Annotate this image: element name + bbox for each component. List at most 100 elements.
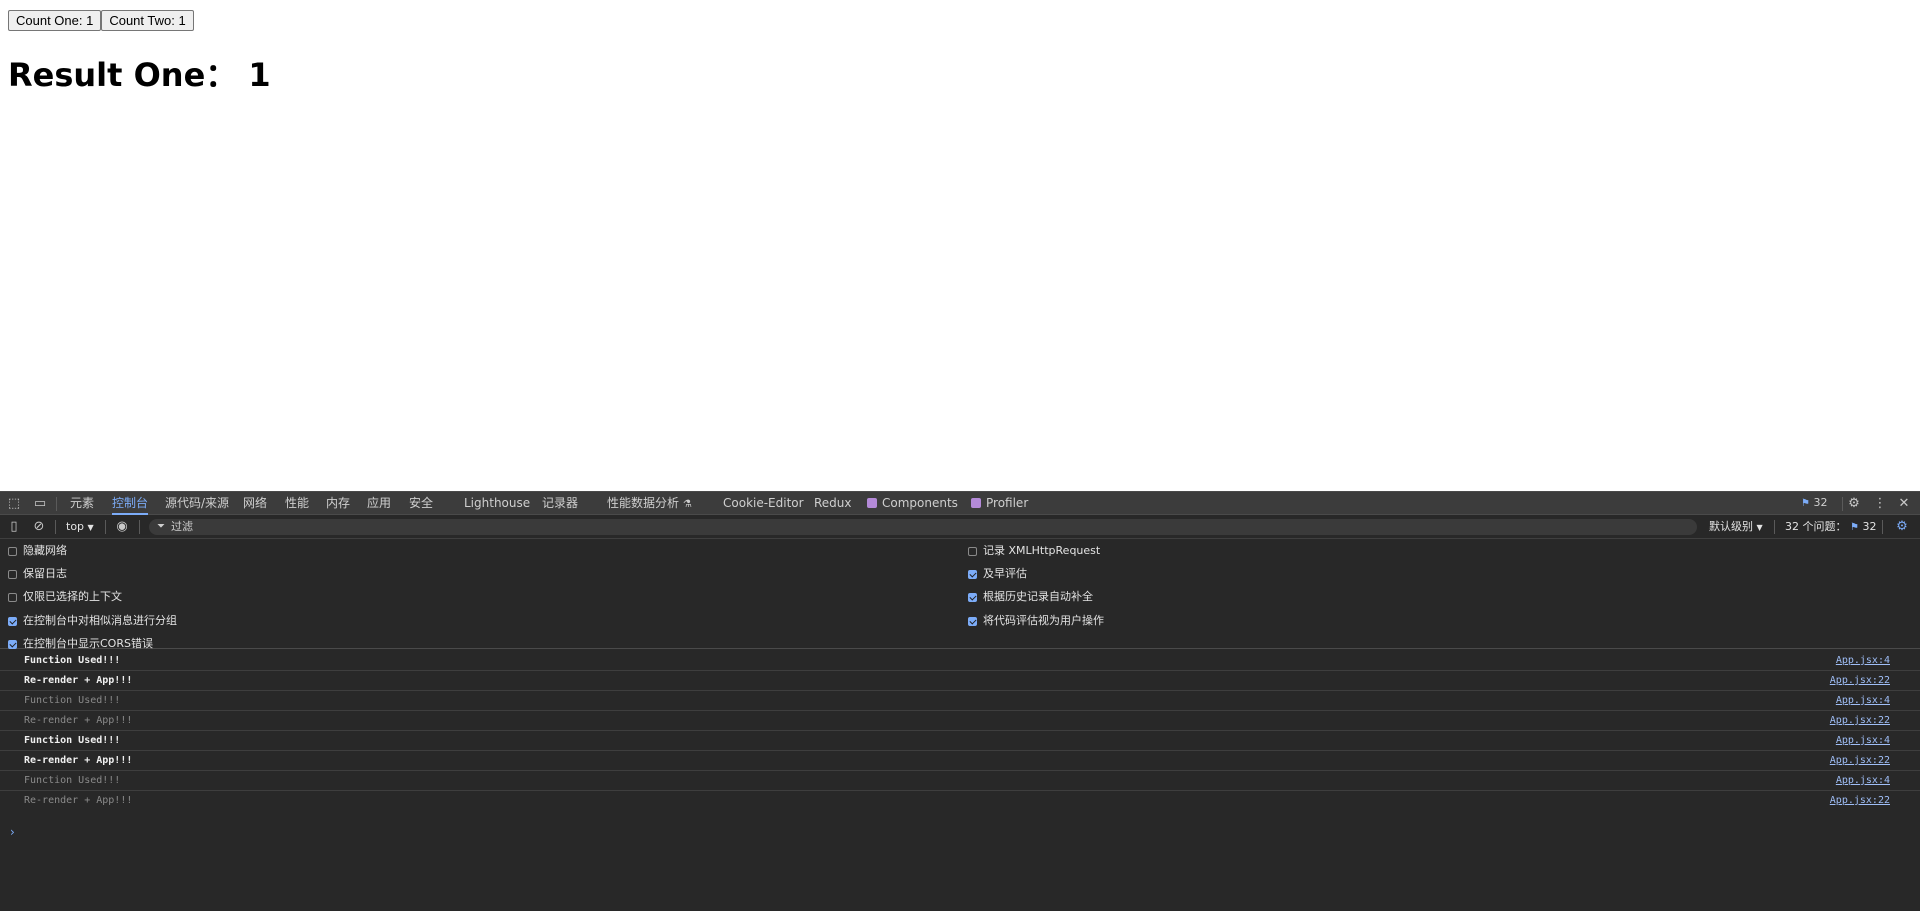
source-link[interactable]: App.jsx:4 <box>1836 651 1890 671</box>
message-text: Re-render + App!!! <box>24 675 133 686</box>
clear-console-icon[interactable]: ⊘ <box>31 519 47 535</box>
source-link[interactable]: App.jsx:22 <box>1830 791 1890 811</box>
tab-profiler-label: Profiler <box>986 496 1029 510</box>
caret-down-icon: ▼ <box>1756 523 1763 532</box>
tab-network[interactable]: 网络 <box>243 492 267 515</box>
source-link[interactable]: App.jsx:4 <box>1836 731 1890 751</box>
count-two-button[interactable]: Count Two: 1 <box>101 10 194 31</box>
source-link[interactable]: App.jsx:22 <box>1830 751 1890 771</box>
setting-selected-context-only[interactable]: 仅限已选择的上下文 <box>8 589 122 605</box>
log-level-dropdown[interactable]: 默认级别 ▼ <box>1709 515 1763 539</box>
count-one-button[interactable]: Count One: 1 <box>8 10 102 31</box>
setting-show-cors-errors[interactable]: 在控制台中显示CORS错误 <box>8 636 153 652</box>
tab-elements[interactable]: 元素 <box>70 492 94 515</box>
setting-label: 保留日志 <box>23 567 67 580</box>
tab-performance-insights[interactable]: 性能数据分析 ⚗ <box>607 492 692 515</box>
source-link[interactable]: App.jsx:22 <box>1830 711 1890 731</box>
message-text: Function Used!!! <box>24 695 121 706</box>
eye-icon[interactable]: ◉ <box>114 519 130 535</box>
setting-preserve-log[interactable]: 保留日志 <box>8 566 67 582</box>
react-icon <box>971 498 981 508</box>
app-buttons: Count One: 1 Count Two: 1 <box>8 10 194 31</box>
checkbox-checked[interactable] <box>968 617 977 626</box>
setting-label: 根据历史记录自动补全 <box>983 590 1093 603</box>
gear-icon[interactable]: ⚙ <box>1846 496 1862 512</box>
tab-security[interactable]: 安全 <box>409 492 433 515</box>
issues-counter[interactable]: ⚑ 32 <box>1801 492 1827 515</box>
more-options-icon[interactable]: ⋮ <box>1872 496 1888 512</box>
tab-console[interactable]: 控制台 <box>112 492 149 515</box>
message-text: Function Used!!! <box>24 655 121 666</box>
tab-performance[interactable]: 性能 <box>285 492 309 515</box>
console-settings-panel: 隐藏网络 保留日志 仅限已选择的上下文 在控制台中对相似消息进行分组 在控制台中… <box>0 539 1920 652</box>
filter-icon: ⏷ <box>157 521 165 532</box>
devtools-tab-bar: ⬚ ▭ 元素 控制台 源代码/来源 网络 性能 内存 应用 安全 Lightho… <box>0 491 1920 515</box>
setting-autocomplete-history[interactable]: 根据历史记录自动补全 <box>968 589 1093 605</box>
console-message: Function Used!!! App.jsx:4 <box>0 691 1920 711</box>
tab-memory[interactable]: 内存 <box>326 492 350 515</box>
close-icon[interactable]: ✕ <box>1896 496 1912 512</box>
setting-log-xhr[interactable]: 记录 XMLHttpRequest <box>968 543 1100 559</box>
setting-label: 仅限已选择的上下文 <box>23 590 122 603</box>
source-link[interactable]: App.jsx:4 <box>1836 691 1890 711</box>
context-label: top <box>66 520 85 533</box>
issues-label: 32 个问题： <box>1785 520 1847 533</box>
tab-redux[interactable]: Redux <box>814 492 852 515</box>
filter-placeholder: 过滤 <box>171 520 193 533</box>
message-text: Re-render + App!!! <box>24 715 133 726</box>
source-link[interactable]: App.jsx:4 <box>1836 771 1890 791</box>
checkbox[interactable] <box>8 593 17 602</box>
inspect-element-icon[interactable]: ⬚ <box>6 496 22 512</box>
toolbar-separator <box>56 497 57 511</box>
checkbox-checked[interactable] <box>8 617 17 626</box>
message-text: Re-render + App!!! <box>24 755 133 766</box>
message-icon: ⚑ <box>1850 522 1859 533</box>
tab-application[interactable]: 应用 <box>367 492 391 515</box>
setting-label: 在控制台中对相似消息进行分组 <box>23 614 177 627</box>
message-icon: ⚑ <box>1801 498 1810 509</box>
console-message: Function Used!!! App.jsx:4 <box>0 651 1920 671</box>
tab-profiler[interactable]: Profiler <box>971 492 1028 515</box>
checkbox[interactable] <box>8 570 17 579</box>
console-settings-gear-icon[interactable]: ⚙ <box>1894 519 1910 535</box>
device-toolbar-icon[interactable]: ▭ <box>32 496 48 512</box>
tab-components[interactable]: Components <box>867 492 958 515</box>
message-text: Function Used!!! <box>24 735 121 746</box>
setting-label: 隐藏网络 <box>23 544 67 557</box>
tab-sources[interactable]: 源代码/来源 <box>165 492 229 515</box>
app-page: Count One: 1 Count Two: 1 Result One： 1 <box>0 0 1920 491</box>
checkbox[interactable] <box>8 547 17 556</box>
setting-eager-evaluation[interactable]: 及早评估 <box>968 566 1027 582</box>
tab-recorder[interactable]: 记录器 <box>542 492 578 515</box>
issues-link[interactable]: 32 个问题： ⚑ 32 <box>1785 515 1876 539</box>
sidebar-toggle-icon[interactable]: ▯ <box>6 519 22 535</box>
console-message: Re-render + App!!! App.jsx:22 <box>0 671 1920 691</box>
setting-label: 将代码评估视为用户操作 <box>983 614 1104 627</box>
log-level-label: 默认级别 <box>1709 520 1753 533</box>
console-message: Re-render + App!!! App.jsx:22 <box>0 711 1920 731</box>
console-message: Function Used!!! App.jsx:4 <box>0 771 1920 791</box>
console-toolbar: ▯ ⊘ top ▼ ◉ ⏷ 过滤 默认级别 ▼ 32 个问题： ⚑ 32 ⚙ <box>0 515 1920 539</box>
devtools-panel: ⬚ ▭ 元素 控制台 源代码/来源 网络 性能 内存 应用 安全 Lightho… <box>0 491 1920 911</box>
flask-icon: ⚗ <box>682 499 692 510</box>
checkbox-checked[interactable] <box>968 570 977 579</box>
result-heading: Result One： 1 <box>8 56 271 94</box>
setting-group-similar[interactable]: 在控制台中对相似消息进行分组 <box>8 613 177 629</box>
checkbox[interactable] <box>968 547 977 556</box>
toolbar-separator <box>139 520 140 534</box>
checkbox-checked[interactable] <box>968 593 977 602</box>
issues-count: 32 <box>1813 496 1828 509</box>
setting-label: 及早评估 <box>983 567 1027 580</box>
tab-cookie-editor[interactable]: Cookie-Editor <box>723 492 804 515</box>
issues-badge: 32 <box>1862 520 1877 533</box>
toolbar-separator <box>1882 520 1883 534</box>
filter-input[interactable]: ⏷ 过滤 <box>149 519 1697 535</box>
context-selector[interactable]: top ▼ <box>66 515 94 539</box>
console-prompt[interactable]: › <box>10 825 15 839</box>
tab-lighthouse[interactable]: Lighthouse <box>464 492 530 515</box>
source-link[interactable]: App.jsx:22 <box>1830 671 1890 691</box>
setting-user-gesture[interactable]: 将代码评估视为用户操作 <box>968 613 1104 629</box>
checkbox-checked[interactable] <box>8 640 17 649</box>
setting-label: 记录 XMLHttpRequest <box>983 544 1101 557</box>
setting-hide-network[interactable]: 隐藏网络 <box>8 543 67 559</box>
